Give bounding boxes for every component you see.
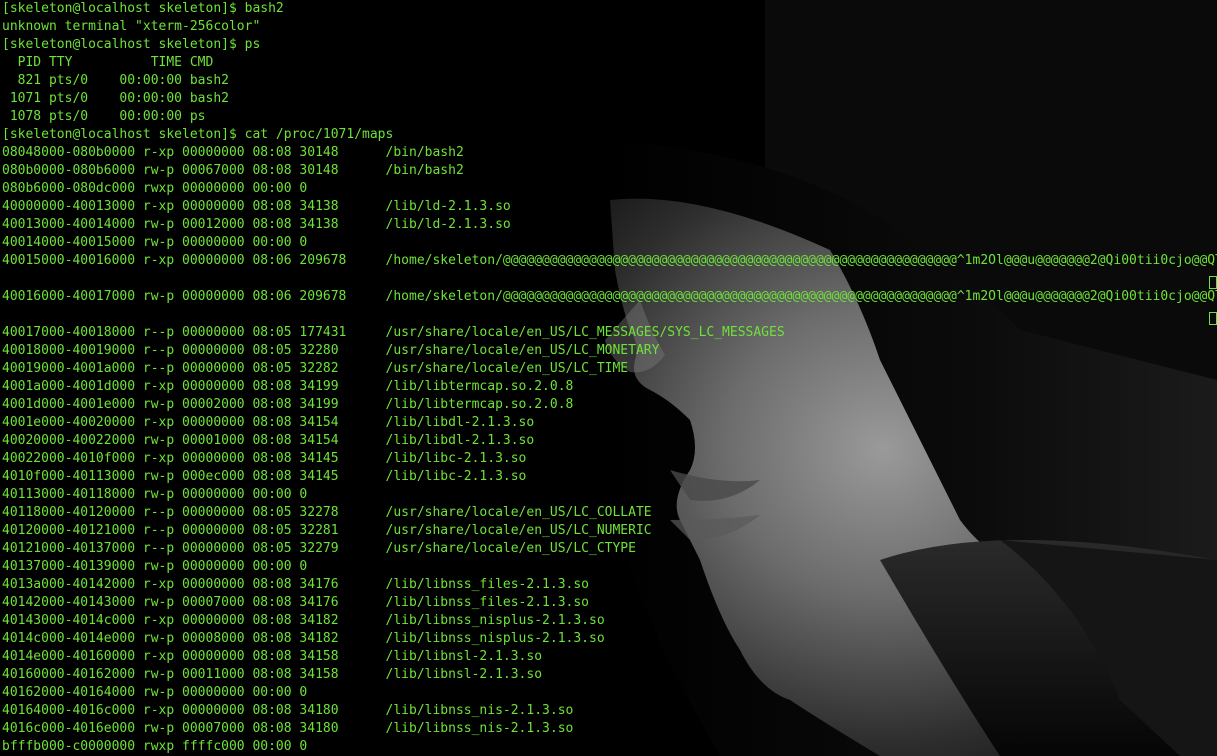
terminal-line: 080b6000-080dc000 rwxp 00000000 00:00 0 (2, 181, 308, 196)
terminal-line: [skeleton@localhost skeleton]$ cat /proc… (2, 127, 394, 142)
terminal-line: 40016000-40017000 rw-p 00000000 08:06 20… (2, 289, 1217, 304)
terminal-line: 40143000-4014c000 r-xp 00000000 08:08 34… (2, 613, 605, 628)
terminal-line: 40142000-40143000 rw-p 00007000 08:08 34… (2, 595, 589, 610)
terminal-line: 080b0000-080b6000 rw-p 00067000 08:08 30… (2, 163, 464, 178)
terminal-line: 08048000-080b0000 r-xp 00000000 08:08 30… (2, 145, 464, 160)
terminal-line: [skeleton@localhost skeleton]$ ps (2, 37, 261, 52)
terminal-line: 4014c000-4014e000 rw-p 00008000 08:08 34… (2, 631, 605, 646)
terminal-line: [skeleton@localhost skeleton]$ bash2 (2, 1, 284, 16)
terminal-line: 1078 pts/0 00:00:00 ps (2, 109, 206, 124)
terminal-line: 40020000-40022000 rw-p 00001000 08:08 34… (2, 433, 535, 448)
terminal-line: 821 pts/0 00:00:00 bash2 (2, 73, 229, 88)
terminal-line: 4001d000-4001e000 rw-p 00002000 08:08 34… (2, 397, 574, 412)
terminal-output[interactable]: [skeleton@localhost skeleton]$ bash2 unkn… (2, 0, 1217, 756)
terminal-line: 40160000-40162000 rw-p 00011000 08:08 34… (2, 667, 543, 682)
terminal-line: 4014e000-40160000 r-xp 00000000 08:08 34… (2, 649, 543, 664)
terminal-line: unknown terminal "xterm-256color" (2, 19, 261, 34)
terminal-line: 40121000-40137000 r--p 00000000 08:05 32… (2, 541, 636, 556)
terminal-line: PID TTY TIME CMD (2, 55, 214, 70)
terminal-line: 40015000-40016000 r-xp 00000000 08:06 20… (2, 253, 1217, 268)
terminal-line: 40162000-40164000 rw-p 00000000 00:00 0 (2, 685, 308, 700)
terminal-line: 40014000-40015000 rw-p 00000000 00:00 0 (2, 235, 308, 250)
terminal-line: 40120000-40121000 r--p 00000000 08:05 32… (2, 523, 652, 538)
terminal-line: 40013000-40014000 rw-p 00012000 08:08 34… (2, 217, 511, 232)
terminal-line: 40017000-40018000 r--p 00000000 08:05 17… (2, 325, 785, 340)
terminal-line: 4001e000-40020000 r-xp 00000000 08:08 34… (2, 415, 535, 430)
line-wrap-marker-1 (1209, 276, 1217, 289)
line-wrap-marker-2 (1209, 312, 1217, 325)
terminal-line: bfffb000-c0000000 rwxp ffffc000 00:00 0 (2, 739, 308, 754)
terminal-line: 40113000-40118000 rw-p 00000000 00:00 0 (2, 487, 308, 502)
terminal-line: 4001a000-4001d000 r-xp 00000000 08:08 34… (2, 379, 574, 394)
terminal-line: 40137000-40139000 rw-p 00000000 00:00 0 (2, 559, 308, 574)
terminal-line: 40018000-40019000 r--p 00000000 08:05 32… (2, 343, 660, 358)
terminal-line: 40022000-4010f000 r-xp 00000000 08:08 34… (2, 451, 527, 466)
terminal-line: 4013a000-40142000 r-xp 00000000 08:08 34… (2, 577, 589, 592)
terminal-line: 1071 pts/0 00:00:00 bash2 (2, 91, 229, 106)
terminal-line: 4010f000-40113000 rw-p 000ec000 08:08 34… (2, 469, 527, 484)
terminal-line: 40019000-4001a000 r--p 00000000 08:05 32… (2, 361, 629, 376)
terminal-line: 40118000-40120000 r--p 00000000 08:05 32… (2, 505, 652, 520)
terminal-line: 40000000-40013000 r-xp 00000000 08:08 34… (2, 199, 511, 214)
terminal-line: 40164000-4016c000 r-xp 00000000 08:08 34… (2, 703, 574, 718)
terminal-line: 4016c000-4016e000 rw-p 00007000 08:08 34… (2, 721, 574, 736)
